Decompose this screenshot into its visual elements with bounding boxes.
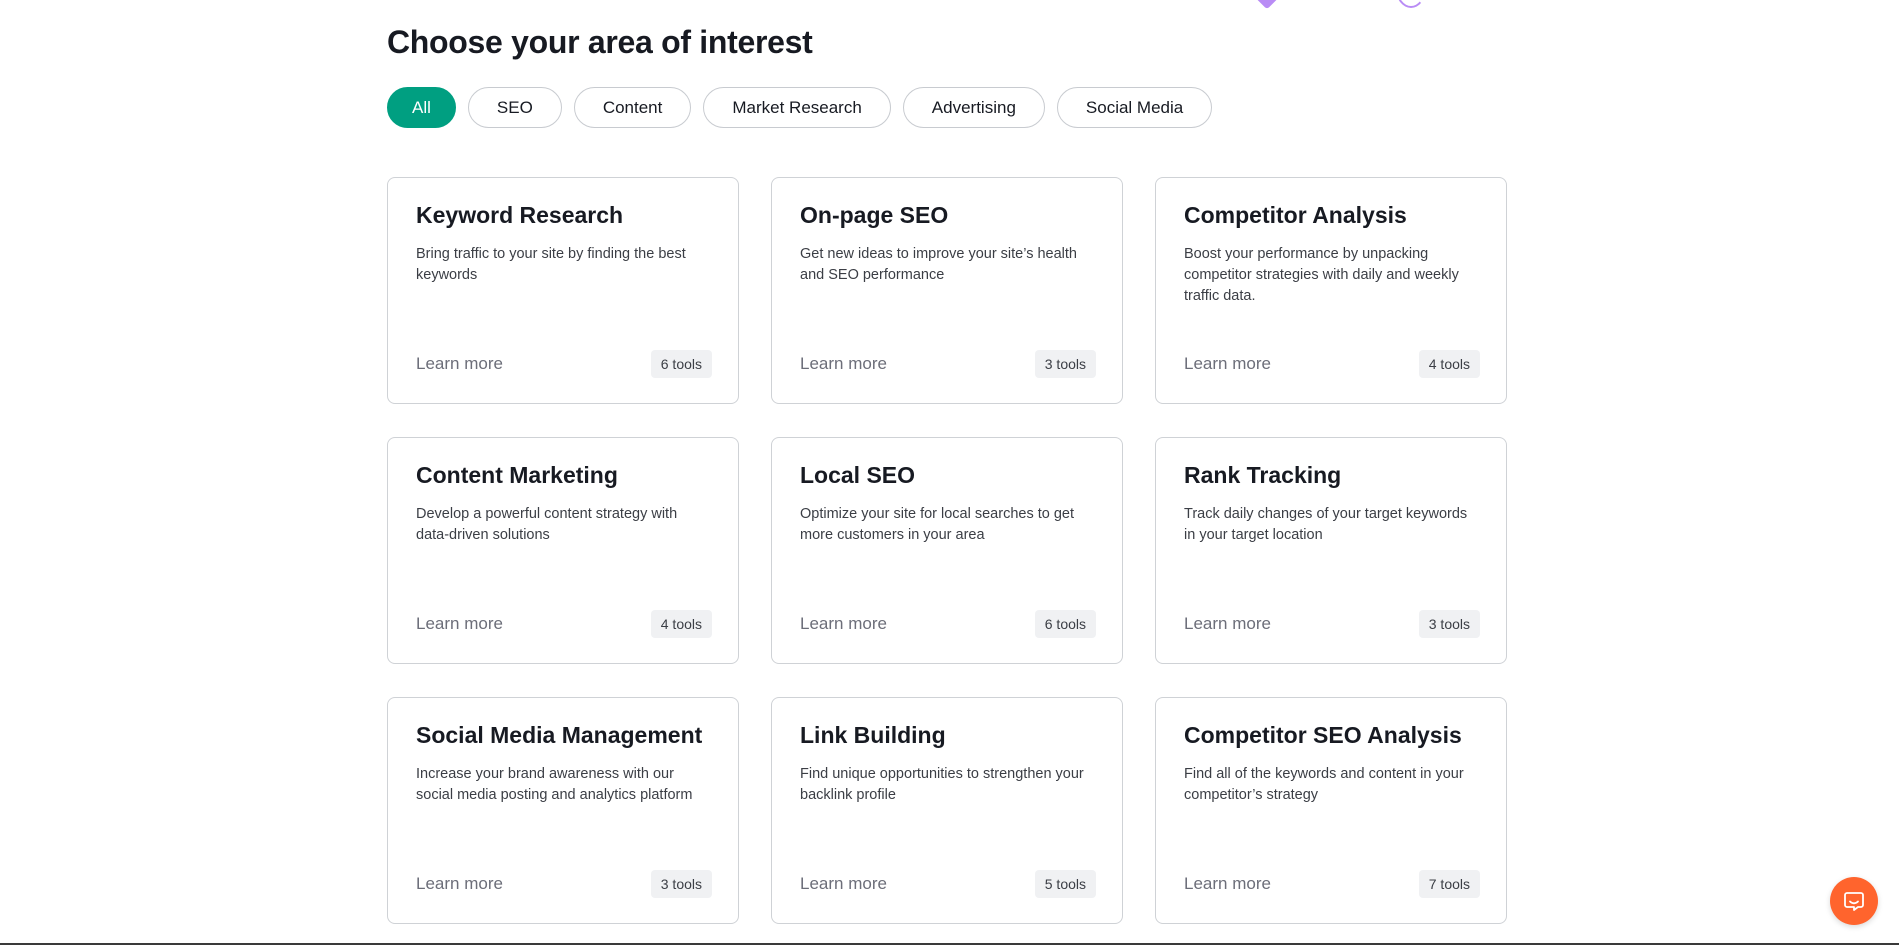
tools-count-badge: 7 tools <box>1418 870 1480 898</box>
tools-count-badge: 5 tools <box>1034 870 1096 898</box>
card-title: Local SEO <box>800 462 916 488</box>
card-title: Competitor Analysis <box>1184 202 1407 228</box>
tools-count-badge: 4 tools <box>650 610 712 638</box>
chat-button[interactable] <box>1830 877 1878 925</box>
tools-count-badge: 3 tools <box>1034 350 1096 378</box>
card-title: Link Building <box>800 722 946 748</box>
card-local-seo[interactable]: Local SEO Optimize your site for local s… <box>771 437 1123 664</box>
learn-more-link[interactable]: Learn more <box>1184 353 1271 375</box>
learn-more-link[interactable]: Learn more <box>416 873 503 895</box>
card-description: Bring traffic to your site by finding th… <box>416 246 686 283</box>
card-title: Competitor SEO Analysis <box>1184 722 1462 748</box>
tools-count-badge: 3 tools <box>1418 610 1480 638</box>
card-title: Social Media Management <box>416 722 703 748</box>
card-description: Optimize your site for local searches to… <box>800 506 1075 543</box>
card-description: Find unique opportunities to strengthen … <box>800 766 1084 803</box>
page: Choose your area of interest All SEO Con… <box>0 0 1899 945</box>
chat-bubble-icon <box>1844 892 1864 911</box>
filter-advertising[interactable]: Advertising <box>902 87 1045 128</box>
card-description: Get new ideas to improve your site’s hea… <box>800 246 1077 283</box>
learn-more-link[interactable]: Learn more <box>1184 873 1271 895</box>
learn-more-link[interactable]: Learn more <box>416 353 503 375</box>
card-rank-tracking[interactable]: Rank Tracking Track daily changes of you… <box>1155 437 1507 664</box>
learn-more-link[interactable]: Learn more <box>800 613 887 635</box>
card-title: Content Marketing <box>416 462 618 488</box>
card-description: Boost your performance by unpacking comp… <box>1184 246 1459 304</box>
card-title: Rank Tracking <box>1184 462 1342 488</box>
card-description: Find all of the keywords and content in … <box>1184 766 1464 803</box>
card-link-building[interactable]: Link Building Find unique opportunities … <box>771 697 1123 924</box>
filter-bar: All SEO Content Market Research Advertis… <box>387 87 1507 128</box>
card-competitor-seo-analysis[interactable]: Competitor SEO Analysis Find all of the … <box>1155 697 1507 924</box>
filter-content[interactable]: Content <box>573 87 692 128</box>
learn-more-link[interactable]: Learn more <box>416 613 503 635</box>
card-competitor-analysis[interactable]: Competitor Analysis Boost your performan… <box>1155 177 1507 404</box>
page-title: Choose your area of interest <box>387 24 813 60</box>
learn-more-link[interactable]: Learn more <box>800 353 887 375</box>
card-content-marketing[interactable]: Content Marketing Develop a powerful con… <box>387 437 739 664</box>
tools-count-badge: 3 tools <box>650 870 712 898</box>
tools-count-badge: 4 tools <box>1418 350 1480 378</box>
tools-count-badge: 6 tools <box>650 350 712 378</box>
card-title: Keyword Research <box>416 202 624 228</box>
card-description: Track daily changes of your target keywo… <box>1184 506 1468 543</box>
filter-seo[interactable]: SEO <box>467 87 562 128</box>
filter-market-research[interactable]: Market Research <box>703 87 891 128</box>
filter-social-media[interactable]: Social Media <box>1056 87 1213 128</box>
card-title: On-page SEO <box>800 202 949 228</box>
card-keyword-research[interactable]: Keyword Research Bring traffic to your s… <box>387 177 739 404</box>
tools-count-badge: 6 tools <box>1034 610 1096 638</box>
filter-all[interactable]: All <box>387 87 456 128</box>
card-description: Develop a powerful content strategy with… <box>416 506 678 543</box>
interest-section: Choose your area of interest All SEO Con… <box>387 0 1507 924</box>
learn-more-link[interactable]: Learn more <box>1184 613 1271 635</box>
card-grid: Keyword Research Bring traffic to your s… <box>387 177 1507 924</box>
card-description: Increase your brand awareness with our s… <box>416 766 693 803</box>
card-social-media-management[interactable]: Social Media Management Increase your br… <box>387 697 739 924</box>
card-on-page-seo[interactable]: On-page SEO Get new ideas to improve you… <box>771 177 1123 404</box>
learn-more-link[interactable]: Learn more <box>800 873 887 895</box>
